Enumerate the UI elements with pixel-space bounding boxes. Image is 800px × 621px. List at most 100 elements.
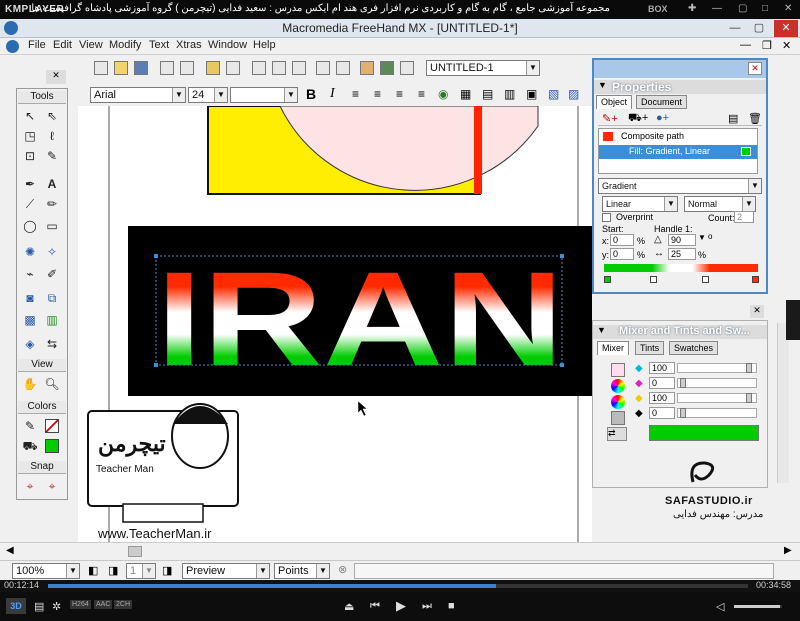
color-mixer-icon[interactable] [360, 61, 374, 75]
units-select[interactable]: Points ▼ [274, 563, 330, 579]
rgb-mode-icon[interactable] [611, 379, 625, 393]
3d-icon[interactable]: 3D [6, 598, 26, 614]
connector-icon[interactable]: ◈ [21, 335, 39, 353]
stop-icon[interactable]: ■ [448, 600, 455, 612]
seek-track[interactable] [48, 584, 748, 588]
yellow-field[interactable]: 100 [649, 392, 675, 404]
app-close-button[interactable]: ✕ [774, 20, 798, 37]
zoom-select[interactable]: 100% ▼ [12, 563, 80, 579]
right-edge-handle[interactable] [786, 300, 800, 340]
open-icon[interactable] [114, 61, 128, 75]
font-size-select[interactable]: 24 ▼ [188, 87, 228, 103]
menu-xtras[interactable]: Xtras [176, 39, 202, 51]
justify-icon[interactable]: ≡ [418, 87, 425, 101]
player-seekbar[interactable]: 00:12:14 00:34:58 [0, 580, 800, 592]
selection-handle[interactable] [560, 363, 564, 367]
tools-close-button[interactable]: ✕ [46, 70, 66, 84]
eject-icon[interactable]: ⏏ [344, 600, 354, 613]
selection-handle[interactable] [560, 254, 564, 258]
graphic-hose-icon[interactable]: ▩ [21, 311, 39, 329]
bold-button[interactable]: B [306, 86, 316, 102]
align-icon[interactable] [272, 61, 286, 75]
box-label[interactable]: BOX [648, 4, 668, 14]
delete-item-icon[interactable]: 🗑︎ [748, 112, 762, 125]
add-fill-icon[interactable]: ⛟+ [628, 112, 648, 126]
cyan-field[interactable]: 100 [649, 362, 675, 374]
gradient-stop-white-2[interactable] [702, 276, 709, 283]
spell-check-icon[interactable]: ▨ [568, 87, 579, 101]
convert-text-icon[interactable]: ▣ [526, 87, 537, 101]
add-to-swatches-icon[interactable]: ⇄ [607, 427, 627, 441]
play-icon[interactable]: ▶ [396, 598, 406, 614]
polygon-icon[interactable]: ✧ [43, 243, 61, 261]
selection-handle[interactable] [154, 363, 158, 367]
save-icon[interactable] [134, 61, 148, 75]
scroll-left-icon[interactable]: ◀ [6, 545, 14, 556]
mixer-color-preview[interactable] [649, 425, 759, 441]
gradient-bar-red[interactable] [710, 264, 758, 272]
count-field[interactable]: 2 [734, 211, 754, 223]
gradient-bar-middle[interactable] [652, 264, 710, 272]
text-attach-icon[interactable]: ▤ [482, 87, 493, 101]
cmyk-mode-icon[interactable] [611, 363, 625, 377]
doc-restore-button[interactable]: ❐ [762, 39, 772, 52]
cancel-icon[interactable]: ⊗ [338, 563, 347, 576]
rectangle-icon[interactable]: ▭ [43, 217, 61, 235]
pen-icon[interactable]: ✒ [21, 175, 39, 193]
page-number-select[interactable]: 1 ▼ [126, 563, 156, 579]
y-field[interactable]: 0 [610, 248, 634, 260]
player-close-icon[interactable]: ✕ [784, 3, 792, 14]
document-icon[interactable] [400, 61, 414, 75]
text-wrap-icon[interactable]: ◉ [438, 87, 448, 101]
gradient-bar-green[interactable] [604, 264, 652, 272]
menu-edit[interactable]: Edit [53, 39, 72, 51]
menu-modify[interactable]: Modify [109, 39, 141, 51]
minimize-icon[interactable]: — [712, 3, 722, 14]
add-stroke-icon[interactable]: ✎+ [602, 112, 618, 125]
spiral-icon[interactable]: ✺ [21, 243, 39, 261]
menu-view[interactable]: View [79, 39, 103, 51]
cyan-slider[interactable] [677, 363, 757, 373]
hand-icon[interactable]: ✋ [21, 375, 39, 393]
tab-tints[interactable]: Tints [635, 341, 665, 355]
length-field[interactable]: 25 [668, 248, 696, 260]
action-icon[interactable]: ⇆ [43, 335, 61, 353]
zoom-icon[interactable]: 🔍︎ [43, 375, 61, 393]
settings-icon[interactable]: ✲ [52, 600, 61, 613]
yellow-slider[interactable] [677, 393, 757, 403]
fill-color-icon[interactable]: ⛟ [21, 437, 39, 455]
black-field[interactable]: 0 [649, 407, 675, 419]
export-icon[interactable] [180, 61, 194, 75]
document-select[interactable]: UNTITLED-1 ▼ [426, 60, 540, 76]
gradient-stop-green[interactable] [604, 276, 611, 283]
pin-icon[interactable]: ✚ [688, 3, 696, 14]
styles-icon[interactable] [336, 61, 350, 75]
group-icon[interactable] [252, 61, 266, 75]
item-composite-path[interactable]: Composite path [621, 131, 684, 141]
italic-button[interactable]: I [330, 86, 335, 102]
freeform-icon[interactable]: ✐ [43, 265, 61, 283]
overprint-checkbox[interactable] [602, 213, 611, 222]
ellipse-icon[interactable]: ◯ [21, 217, 39, 235]
preview-mode-select[interactable]: Preview ▼ [182, 563, 270, 579]
scroll-thumb[interactable] [128, 546, 142, 557]
doc-minimize-button[interactable]: — [740, 39, 751, 51]
prev-page-icon[interactable]: ◧ [88, 564, 98, 577]
subselect-icon[interactable]: ⇖ [43, 107, 61, 125]
magenta-slider[interactable] [677, 378, 757, 388]
menu-text[interactable]: Text [149, 39, 169, 51]
collapse-icon[interactable]: ▼ [597, 325, 606, 335]
selection-handle[interactable] [154, 254, 158, 258]
menu-window[interactable]: Window [208, 39, 247, 51]
mirror-icon[interactable]: ⧉ [43, 289, 61, 307]
magenta-field[interactable]: 0 [649, 377, 675, 389]
text-tool-icon[interactable]: A [43, 175, 61, 193]
line-icon[interactable]: ⟋ [21, 195, 39, 213]
system-color-icon[interactable] [611, 411, 625, 425]
import-icon[interactable] [160, 61, 174, 75]
maximize-icon[interactable]: ▢ [738, 3, 747, 14]
app-maximize-button[interactable]: ▢ [748, 20, 770, 37]
menu-file[interactable]: File [28, 39, 46, 51]
fill-type-select[interactable]: Gradient ▼ [598, 178, 762, 194]
fill-swatch[interactable] [45, 439, 59, 453]
